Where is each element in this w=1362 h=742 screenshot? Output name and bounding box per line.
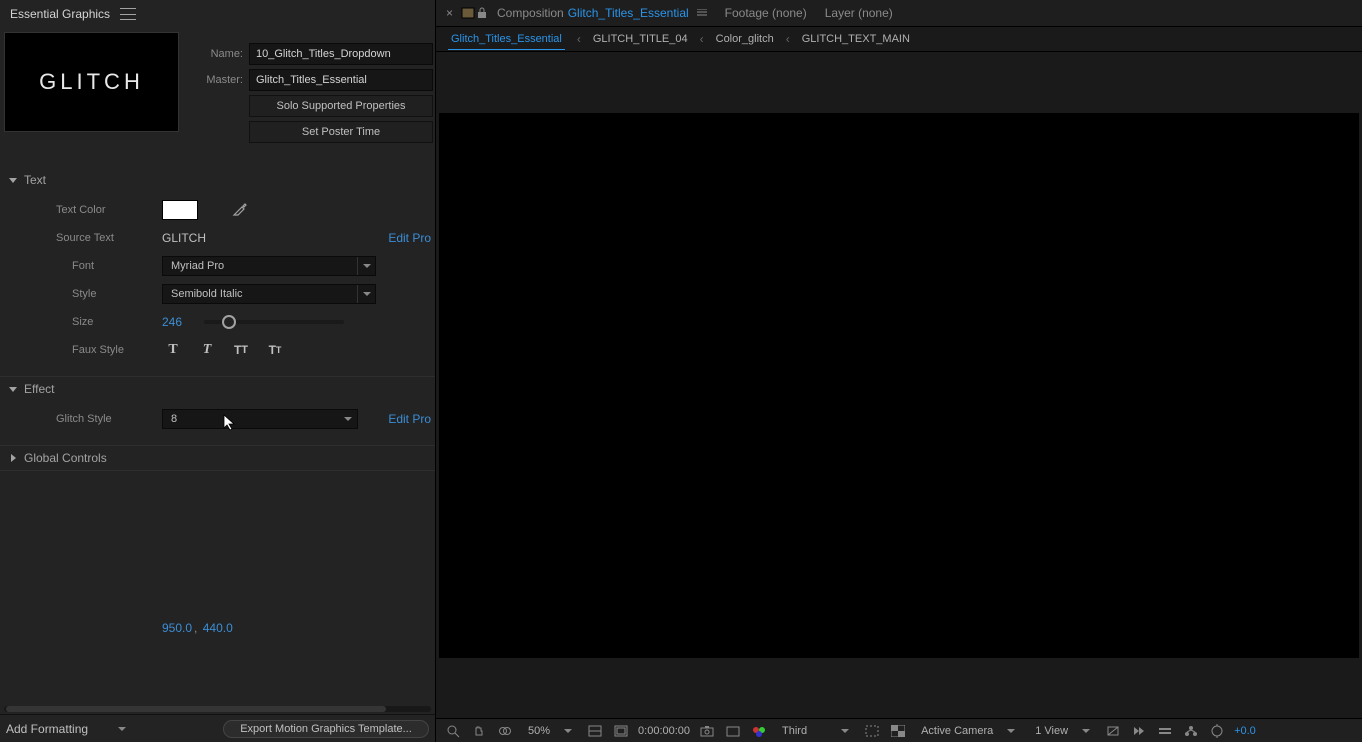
mask-icon[interactable] — [496, 723, 514, 739]
composition-viewport[interactable] — [436, 52, 1362, 718]
section-text-title: Text — [24, 173, 46, 187]
chevron-right-icon — [8, 453, 18, 463]
chevron-down-icon — [8, 384, 18, 394]
faux-smallcaps-button[interactable]: TT — [264, 339, 286, 361]
composition-canvas — [439, 113, 1359, 658]
hand-icon[interactable] — [470, 723, 488, 739]
transparency-grid-icon[interactable] — [889, 723, 907, 739]
magnify-icon[interactable] — [444, 723, 462, 739]
thumb-preview-text: GLITCH — [39, 69, 144, 95]
fast-preview-icon[interactable] — [1130, 723, 1148, 739]
tab-footage[interactable]: Footage (none) — [717, 1, 815, 25]
zoom-dropdown[interactable]: 50% — [522, 725, 578, 737]
add-formatting-dropdown[interactable]: Add Formatting — [6, 722, 126, 736]
viewer-panel: × Composition Glitch_Titles_Essential Fo… — [436, 0, 1362, 742]
section-global-header[interactable]: Global Controls — [0, 446, 435, 470]
panel-header: Essential Graphics — [0, 0, 435, 28]
chevron-left-icon: ‹ — [786, 32, 790, 46]
viewer-footer: 50% 0:00:00:00 Third Active Camera 1 Vie… — [436, 718, 1362, 742]
name-input[interactable] — [249, 43, 433, 65]
composition-name: Glitch_Titles_Essential — [568, 6, 689, 20]
font-dropdown[interactable]: Myriad Pro — [162, 256, 376, 276]
export-template-button[interactable]: Export Motion Graphics Template... — [223, 720, 429, 738]
breadcrumb: Glitch_Titles_Essential ‹ GLITCH_TITLE_0… — [436, 26, 1362, 52]
breadcrumb-item[interactable]: Glitch_Titles_Essential — [448, 33, 565, 50]
size-label: Size — [72, 316, 130, 328]
eyedropper-icon[interactable] — [232, 201, 248, 220]
section-effect-title: Effect — [24, 382, 54, 396]
quality-dropdown[interactable]: Third — [776, 725, 855, 737]
poster-thumbnail[interactable]: GLITCH — [4, 32, 179, 132]
resolution-icon[interactable] — [586, 723, 604, 739]
glitch-style-label: Glitch Style — [56, 413, 130, 425]
tab-menu-icon[interactable] — [697, 6, 707, 20]
text-color-label: Text Color — [56, 204, 130, 216]
exposure-value[interactable]: +0.0 — [1234, 725, 1256, 737]
pixel-aspect-icon[interactable] — [1104, 723, 1122, 739]
chevron-down-icon — [357, 285, 375, 303]
faux-style-label: Faux Style — [72, 344, 130, 356]
style-dropdown[interactable]: Semibold Italic — [162, 284, 376, 304]
chevron-down-icon — [8, 175, 18, 185]
snapshot-icon[interactable] — [698, 723, 716, 739]
coord-x[interactable]: 950.0 — [162, 621, 192, 635]
chevron-left-icon: ‹ — [577, 32, 581, 46]
poster-time-button[interactable]: Set Poster Time — [249, 121, 433, 143]
breadcrumb-item[interactable]: Color_glitch — [716, 33, 774, 45]
master-label: Master: — [189, 74, 243, 86]
text-color-swatch[interactable] — [162, 200, 198, 220]
tab-composition[interactable]: Composition Glitch_Titles_Essential — [489, 1, 715, 25]
slider-knob[interactable] — [222, 315, 236, 329]
chevron-left-icon: ‹ — [700, 32, 704, 46]
comp-icon — [461, 7, 475, 19]
font-label: Font — [72, 260, 130, 272]
breadcrumb-item[interactable]: GLITCH_TITLE_04 — [593, 33, 688, 45]
lock-icon[interactable] — [477, 7, 487, 19]
edit-properties-link[interactable]: Edit Pro — [206, 231, 435, 245]
flowchart-icon[interactable] — [1182, 723, 1200, 739]
style-label: Style — [72, 288, 130, 300]
panel-menu-icon[interactable] — [120, 8, 136, 20]
roi-icon[interactable] — [863, 723, 881, 739]
coord-y[interactable]: 440.0 — [203, 621, 233, 635]
size-slider[interactable] — [204, 320, 344, 324]
close-icon[interactable]: × — [440, 6, 459, 20]
views-dropdown[interactable]: 1 View — [1029, 725, 1096, 737]
panel-title: Essential Graphics — [10, 7, 110, 21]
tab-layer[interactable]: Layer (none) — [817, 1, 901, 25]
edit-properties-link[interactable]: Edit Pro — [358, 412, 435, 426]
time-display[interactable]: 0:00:00:00 — [638, 725, 690, 737]
camera-dropdown[interactable]: Active Camera — [915, 725, 1021, 737]
chevron-down-icon — [357, 257, 375, 275]
solo-button[interactable]: Solo Supported Properties — [249, 95, 433, 117]
show-snapshot-icon[interactable] — [724, 723, 742, 739]
faux-allcaps-button[interactable]: TT — [230, 339, 252, 361]
essential-graphics-panel: Essential Graphics GLITCH Name: Master: … — [0, 0, 436, 742]
section-effect-header[interactable]: Effect — [0, 377, 435, 401]
master-input[interactable] — [249, 69, 433, 91]
source-text-label: Source Text — [56, 232, 130, 244]
faux-italic-button[interactable]: T — [196, 339, 218, 361]
source-text-value[interactable]: GLITCH — [162, 231, 206, 245]
faux-bold-button[interactable]: T — [162, 339, 184, 361]
section-global-title: Global Controls — [24, 451, 107, 465]
chevron-down-icon — [339, 410, 357, 428]
section-text-header[interactable]: Text — [0, 168, 435, 192]
safe-zones-icon[interactable] — [612, 723, 630, 739]
composition-label: Composition — [497, 6, 564, 20]
name-label: Name: — [189, 48, 243, 60]
horizontal-scrollbar[interactable] — [0, 704, 435, 714]
coordinates: 950.0, 440.0 — [0, 471, 435, 635]
channel-icon[interactable] — [750, 723, 768, 739]
timeline-icon[interactable] — [1156, 723, 1174, 739]
glitch-style-dropdown[interactable]: 8 — [162, 409, 358, 429]
size-value[interactable]: 246 — [162, 315, 182, 329]
breadcrumb-item[interactable]: GLITCH_TEXT_MAIN — [802, 33, 910, 45]
reset-exposure-icon[interactable] — [1208, 723, 1226, 739]
